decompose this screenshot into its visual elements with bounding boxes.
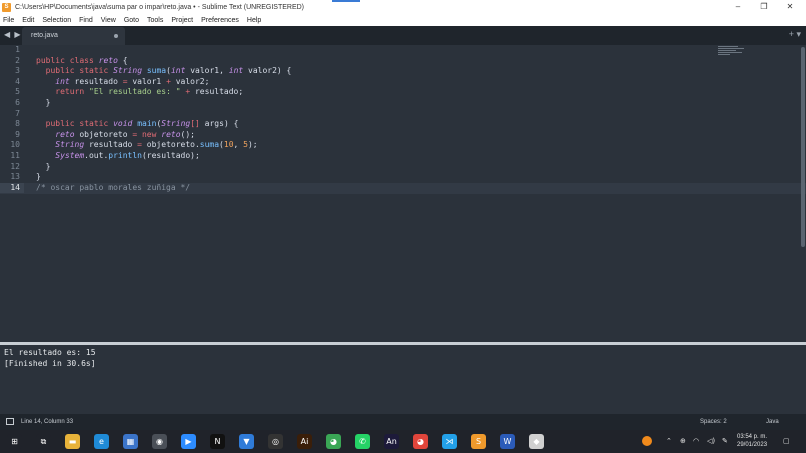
line-number: 3: [15, 66, 20, 76]
menu-view[interactable]: View: [101, 17, 116, 24]
code-line[interactable]: int resultado = valor1 + valor2;: [36, 77, 209, 88]
menu-find[interactable]: Find: [79, 17, 93, 24]
line-number: 4: [15, 76, 20, 86]
minimap[interactable]: [718, 46, 746, 60]
code-line[interactable]: public static void main(String[] args) {: [36, 119, 239, 130]
wifi-icon[interactable]: ◠: [693, 437, 699, 445]
code-line[interactable]: }: [36, 162, 51, 173]
sublime-icon[interactable]: S: [471, 434, 486, 449]
line-number: 8: [15, 119, 20, 129]
code-line[interactable]: /* oscar pablo morales zuñiga */: [36, 183, 190, 194]
code-line[interactable]: }: [36, 98, 51, 109]
panel-toggle-icon[interactable]: [6, 418, 14, 425]
line-number: 1: [15, 45, 20, 54]
bookmark-app-icon[interactable]: ▼: [239, 434, 254, 449]
code-line[interactable]: return "El resultado es: " + resultado;: [36, 87, 243, 98]
code-line[interactable]: String resultado = objetoreto.suma(10, 5…: [36, 140, 257, 151]
animate-icon[interactable]: An: [384, 434, 399, 449]
volume-icon[interactable]: ◁): [707, 437, 715, 445]
line-number: 6: [15, 98, 20, 107]
line-number: 10: [10, 140, 20, 150]
chrome-icon[interactable]: ◕: [326, 434, 341, 449]
tab-nav-arrows[interactable]: ◀ ▶: [4, 30, 22, 39]
weather-icon[interactable]: [642, 436, 652, 446]
menu-help[interactable]: Help: [247, 17, 261, 24]
code-line[interactable]: reto objetoreto = new reto();: [36, 130, 195, 141]
menu-project[interactable]: Project: [171, 17, 193, 24]
sublime-app-icon: S: [2, 2, 11, 12]
tab-bar-controls[interactable]: + ▾: [789, 29, 801, 40]
vertical-scrollbar[interactable]: [801, 47, 805, 247]
task-view-icon[interactable]: ⧉: [36, 434, 51, 449]
edge-icon[interactable]: e: [94, 434, 109, 449]
indentation-setting[interactable]: Spaces: 2: [700, 419, 727, 425]
netflix-icon[interactable]: N: [210, 434, 225, 449]
code-line[interactable]: }: [36, 172, 41, 183]
line-number: 12: [10, 161, 20, 171]
app-icon[interactable]: ◆: [529, 434, 544, 449]
title-accent: [332, 0, 360, 2]
tab-reto-java[interactable]: reto.java: [22, 27, 125, 45]
code-line[interactable]: public class reto {: [36, 56, 128, 67]
line-number: 7: [15, 108, 20, 118]
ime-icon[interactable]: ✎: [722, 437, 728, 445]
word-icon[interactable]: W: [500, 434, 515, 449]
code-line[interactable]: public static String suma(int valor1, in…: [36, 66, 292, 77]
status-bar: Line 14, Column 33 Spaces: 2 Java: [0, 414, 806, 430]
line-number-active: 14: [0, 182, 24, 194]
line-number: 2: [15, 55, 20, 65]
menu-tools[interactable]: Tools: [147, 17, 163, 24]
code-editor[interactable]: 1 2 3 4 5 6 7 8 9 10 11 12 13 14 public …: [0, 45, 806, 342]
tab-label: reto.java: [31, 32, 58, 39]
obs-icon[interactable]: ◎: [268, 434, 283, 449]
notifications-icon[interactable]: ▢: [783, 437, 790, 445]
store-icon[interactable]: ▦: [123, 434, 138, 449]
cursor-position: Line 14, Column 33: [21, 419, 74, 425]
line-number: 11: [10, 151, 20, 160]
camera-icon[interactable]: ◉: [152, 434, 167, 449]
minimize-button[interactable]: –: [725, 0, 751, 14]
menu-file[interactable]: File: [3, 17, 14, 24]
menu-bar: File Edit Selection Find View Goto Tools…: [0, 14, 806, 26]
window-title: C:\Users\HP\Documents\java\suma par o im…: [15, 3, 305, 11]
vscode-icon[interactable]: ⋊: [442, 434, 457, 449]
line-number: 5: [15, 87, 20, 97]
line-number: 13: [10, 172, 20, 182]
menu-goto[interactable]: Goto: [124, 17, 139, 24]
tray-chevron-icon[interactable]: ⌃: [666, 437, 672, 445]
line-gutter: 1 2 3 4 5 6 7 8 9 10 11 12 13 14: [0, 45, 24, 342]
console-line: [Finished in 30.6s]: [4, 358, 96, 368]
title-bar: S C:\Users\HP\Documents\java\suma par o …: [0, 0, 806, 14]
menu-edit[interactable]: Edit: [22, 17, 34, 24]
unsaved-dot-icon[interactable]: [114, 34, 118, 38]
file-explorer-icon[interactable]: ▬: [65, 434, 80, 449]
system-clock[interactable]: 03:54 p. m. 29/01/2023: [737, 433, 767, 449]
whatsapp-icon[interactable]: ✆: [355, 434, 370, 449]
code-line[interactable]: System.out.println(resultado);: [36, 151, 200, 162]
build-output-panel: El resultado es: 15 [Finished in 30.6s]: [0, 345, 806, 414]
line-number: 9: [15, 129, 20, 139]
syntax-selector[interactable]: Java: [766, 419, 779, 425]
network-icon[interactable]: ⊕: [680, 437, 686, 445]
chrome-icon-2[interactable]: ◕: [413, 434, 428, 449]
menu-selection[interactable]: Selection: [42, 17, 71, 24]
windows-start-icon[interactable]: ⊞: [7, 434, 22, 449]
clock-time: 03:54 p. m.: [737, 434, 768, 440]
maximize-button[interactable]: ❐: [751, 0, 777, 14]
console-line: El resultado es: 15: [4, 348, 96, 357]
windows-taskbar: ⊞ ⧉ ▬ e ▦ ◉ ▶ N ▼ ◎ Ai ◕ ✆ An ◕ ⋊ S W ◆ ⌃ ⊕ ◠ ◁) ✎ 03:54 p…: [0, 430, 806, 453]
zoom-icon[interactable]: ▶: [181, 434, 196, 449]
illustrator-icon[interactable]: Ai: [297, 434, 312, 449]
clock-date: 29/01/2023: [737, 442, 768, 448]
close-button[interactable]: ✕: [777, 0, 803, 14]
menu-preferences[interactable]: Preferences: [201, 17, 239, 24]
